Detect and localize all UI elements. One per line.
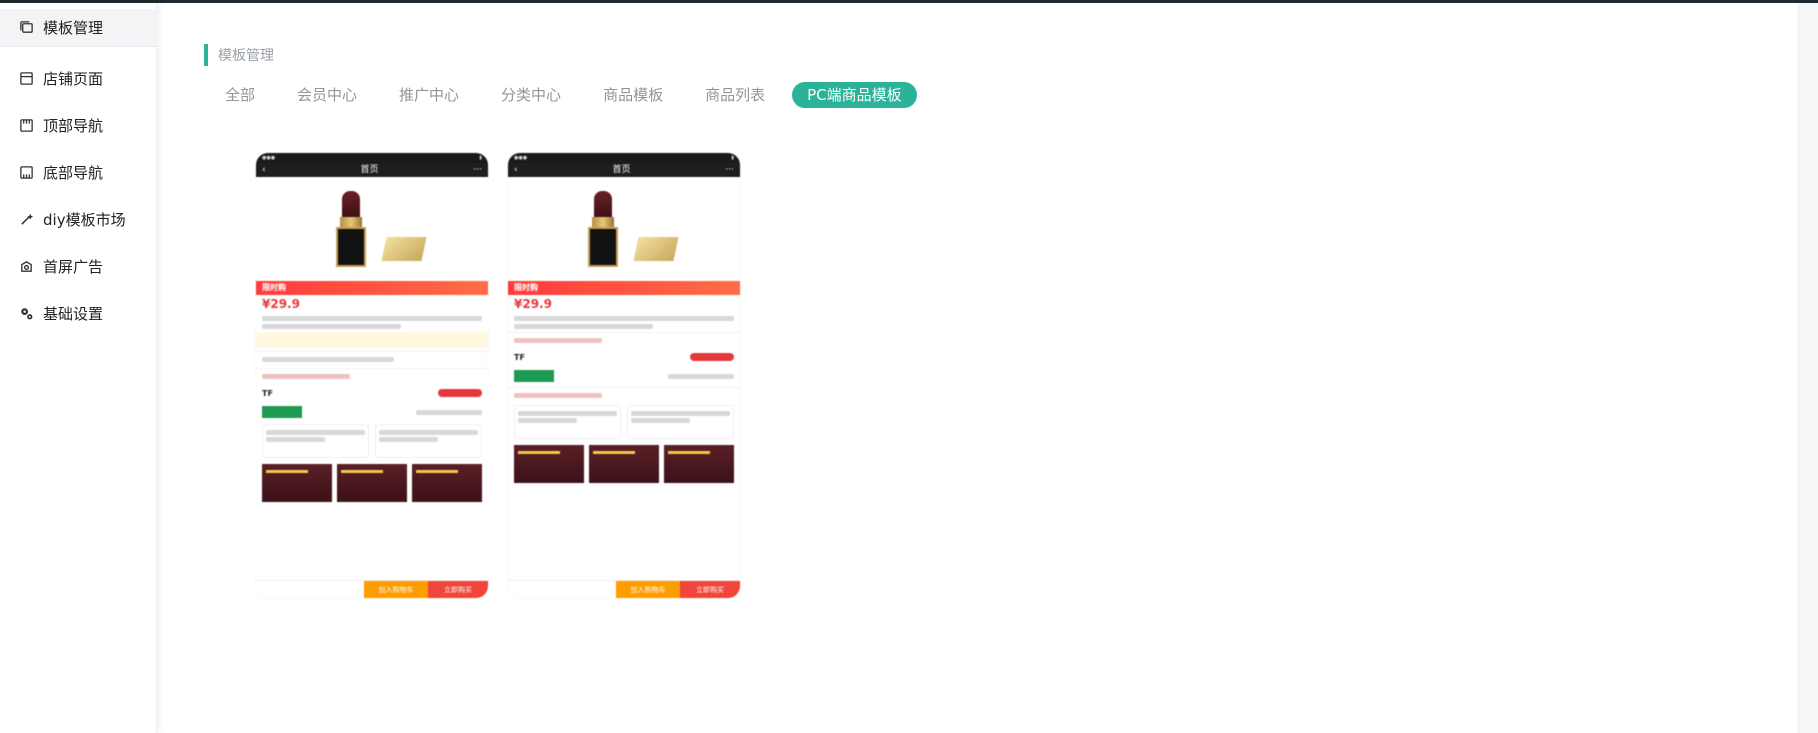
- brand-logo: TF: [262, 388, 273, 398]
- rating-row: [508, 387, 740, 401]
- cap-illustration: [633, 237, 679, 261]
- recommend-list: [262, 464, 482, 502]
- add-to-cart-button: 加入购物车: [364, 581, 428, 598]
- gear-icon: [18, 306, 34, 322]
- sidebar-item-label: 首屏广告: [43, 258, 104, 276]
- phone-status-bar: ●●● ▮: [508, 153, 740, 163]
- coupon-strip: [256, 332, 488, 348]
- recommend-list: [514, 445, 734, 483]
- brand-row: TF: [514, 349, 734, 365]
- template-card-list: ●●● ▮ ‹ 首页 ··· 限时购 ¥29.9 TF 加入购物车 立即购买 ●…: [256, 153, 740, 598]
- brand-button: [438, 389, 482, 397]
- magic-wand-icon: [18, 212, 34, 228]
- recommend-thumb: [337, 464, 407, 502]
- bottom-nav-icon: [18, 165, 34, 181]
- title-accent-bar: [204, 44, 208, 66]
- recommend-thumb: [664, 445, 734, 483]
- product-title-line: [514, 316, 734, 321]
- tab-product-template[interactable]: 商品模板: [582, 82, 684, 108]
- sidebar-item-splash-ad[interactable]: 首屏广告: [0, 243, 156, 290]
- page-icon: [18, 71, 34, 87]
- phone-nav-bar: ‹ 首页 ···: [256, 163, 488, 177]
- tab-promotion-center[interactable]: 推广中心: [378, 82, 480, 108]
- back-icon: ‹: [262, 165, 266, 175]
- supplier-row: [262, 404, 482, 420]
- sidebar-item-label: diy模板市场: [43, 211, 126, 229]
- category-tabs: 全部 会员中心 推广中心 分类中心 商品模板 商品列表 PC端商品模板: [204, 81, 917, 109]
- recommend-thumb: [589, 445, 659, 483]
- product-title-line: [262, 324, 402, 329]
- recommend-thumb: [412, 464, 482, 502]
- tab-pc-product-template[interactable]: PC端商品模板: [792, 82, 917, 108]
- ad-icon: [18, 259, 34, 275]
- brand-logo: TF: [514, 352, 525, 362]
- template-icon: [18, 20, 34, 36]
- bottom-icons: [508, 581, 616, 598]
- phone-bottom-bar: 加入购物车 立即购买: [256, 580, 488, 598]
- more-icon: ···: [473, 165, 482, 175]
- product-price: ¥29.9: [514, 297, 552, 311]
- phone-bottom-bar: 加入购物车 立即购买: [508, 580, 740, 598]
- sidebar-item-store-pages[interactable]: 店铺页面: [0, 55, 156, 102]
- sidebar-item-label: 模板管理: [43, 19, 104, 37]
- review-card: [262, 424, 369, 458]
- tab-member-center[interactable]: 会员中心: [276, 82, 378, 108]
- review-card: [627, 405, 734, 439]
- main-content: 模板管理 全部 会员中心 推广中心 分类中心 商品模板 商品列表 PC端商品模板…: [158, 3, 1798, 733]
- review-list: [262, 424, 482, 458]
- product-price: ¥29.9: [262, 297, 300, 311]
- top-nav-icon: [18, 118, 34, 134]
- tab-product-list[interactable]: 商品列表: [684, 82, 786, 108]
- sidebar-item-template-management[interactable]: 模板管理: [0, 9, 156, 47]
- supplier-badge: [514, 370, 554, 382]
- phone-nav-title: 首页: [612, 165, 631, 175]
- add-to-cart-button: 加入购物车: [616, 581, 680, 598]
- phone-status-bar: ●●● ▮: [256, 153, 488, 163]
- sidebar-item-diy-market[interactable]: diy模板市场: [0, 196, 156, 243]
- sidebar: 模板管理 店铺页面 顶部导航 底部导航 diy模板市场 首屏广告 基础设置: [0, 3, 157, 733]
- sidebar-item-label: 底部导航: [43, 164, 104, 182]
- flash-sale-bar: 限时购: [256, 281, 488, 295]
- sidebar-item-basic-settings[interactable]: 基础设置: [0, 290, 156, 337]
- lipstick-illustration: [588, 191, 618, 267]
- brand-button: [690, 353, 734, 361]
- recommend-thumb: [514, 445, 584, 483]
- tab-category-center[interactable]: 分类中心: [480, 82, 582, 108]
- page-title-text: 模板管理: [218, 48, 274, 64]
- sidebar-item-label: 基础设置: [43, 305, 104, 323]
- product-title-line: [514, 324, 654, 329]
- page-title: 模板管理: [204, 44, 274, 66]
- template-card[interactable]: ●●● ▮ ‹ 首页 ··· 限时购 ¥29.9 TF 加入购物车 立即购买: [256, 153, 488, 598]
- tab-all[interactable]: 全部: [225, 82, 276, 108]
- brand-row: TF: [262, 385, 482, 401]
- lipstick-illustration: [336, 191, 366, 267]
- more-icon: ···: [725, 165, 734, 175]
- flash-sale-bar: 限时购: [508, 281, 740, 295]
- phone-nav-bar: ‹ 首页 ···: [508, 163, 740, 177]
- sidebar-item-label: 顶部导航: [43, 117, 104, 135]
- cap-illustration: [381, 237, 427, 261]
- spec-row: [256, 351, 488, 365]
- right-gutter: [1798, 3, 1818, 733]
- review-list: [514, 405, 734, 439]
- buy-now-button: 立即购买: [428, 581, 488, 598]
- product-image: [256, 177, 488, 281]
- phone-nav-title: 首页: [360, 165, 379, 175]
- supplier-badge: [262, 406, 302, 418]
- service-row: [256, 368, 488, 382]
- product-title-line: [262, 316, 482, 321]
- review-card: [375, 424, 482, 458]
- template-card[interactable]: ●●● ▮ ‹ 首页 ··· 限时购 ¥29.9 TF 加入购物车 立即购买: [508, 153, 740, 598]
- recommend-thumb: [262, 464, 332, 502]
- sidebar-item-top-nav[interactable]: 顶部导航: [0, 102, 156, 149]
- sidebar-item-bottom-nav[interactable]: 底部导航: [0, 149, 156, 196]
- service-row: [508, 332, 740, 346]
- buy-now-button: 立即购买: [680, 581, 740, 598]
- review-card: [514, 405, 621, 439]
- back-icon: ‹: [514, 165, 518, 175]
- sidebar-item-label: 店铺页面: [43, 70, 104, 88]
- supplier-row: [514, 368, 734, 384]
- product-image: [508, 177, 740, 281]
- bottom-icons: [256, 581, 364, 598]
